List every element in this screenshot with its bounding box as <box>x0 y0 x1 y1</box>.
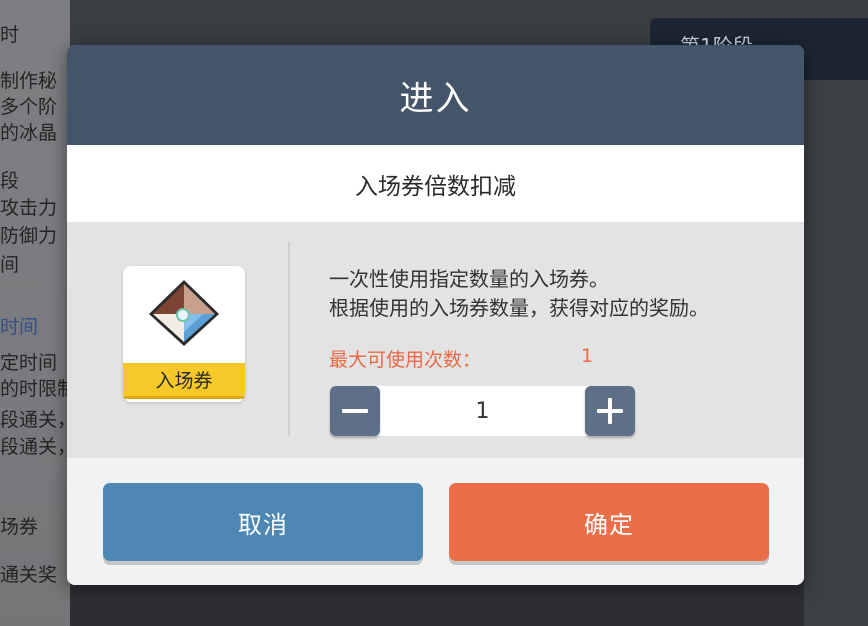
increase-button[interactable] <box>585 386 635 436</box>
dialog-body: 入场券 一次性使用指定数量的入场券。 根据使用的入场券数量，获得对应的奖励。 最… <box>67 222 804 458</box>
background-text: 定时间 <box>0 352 58 374</box>
ticket-envelope-icon <box>149 280 219 346</box>
background-text: 通关奖 <box>0 564 58 586</box>
divider <box>288 242 290 436</box>
background-panel-right <box>804 80 868 626</box>
background-text: 间 <box>0 254 20 276</box>
background-text: 的时限制 <box>0 378 77 400</box>
dialog-subtitle: 入场券倍数扣减 <box>67 145 804 222</box>
ticket-item: 入场券 <box>123 266 245 402</box>
description-line: 一次性使用指定数量的入场券。 <box>329 267 609 291</box>
background-text: 段通关， <box>0 436 77 458</box>
max-uses-label: 最大可使用次数： <box>329 349 482 371</box>
plus-icon <box>597 398 623 424</box>
max-uses-value: 1 <box>581 345 594 367</box>
quantity-stepper: 1 <box>330 386 635 436</box>
background-text: 攻击力 <box>0 197 58 219</box>
background-text: 制作秘 <box>0 70 58 92</box>
confirm-button[interactable]: 确定 <box>449 483 769 561</box>
background-text: 防御力 <box>0 225 58 247</box>
cancel-button[interactable]: 取消 <box>103 483 423 561</box>
quantity-value[interactable]: 1 <box>380 386 585 436</box>
background-text: 段 <box>0 170 20 192</box>
background-text: 场券 <box>0 516 39 538</box>
background-text: 的冰晶 <box>0 122 58 144</box>
decrease-button[interactable] <box>330 386 380 436</box>
dialog-title: 进入 <box>67 45 804 145</box>
ticket-label: 入场券 <box>123 363 245 399</box>
background-text: 时间 <box>0 316 39 338</box>
background-text: 段通关， <box>0 409 77 431</box>
background-text: 多个阶 <box>0 96 58 118</box>
minus-icon <box>342 409 368 413</box>
enter-dialog: 进入 入场券倍数扣减 入场券 一次性使用指定数量的入场券。 根据使用的入场券数量… <box>67 45 804 585</box>
description-line: 根据使用的入场券数量，获得对应的奖励。 <box>329 296 709 320</box>
background-text: 时 <box>0 24 20 46</box>
